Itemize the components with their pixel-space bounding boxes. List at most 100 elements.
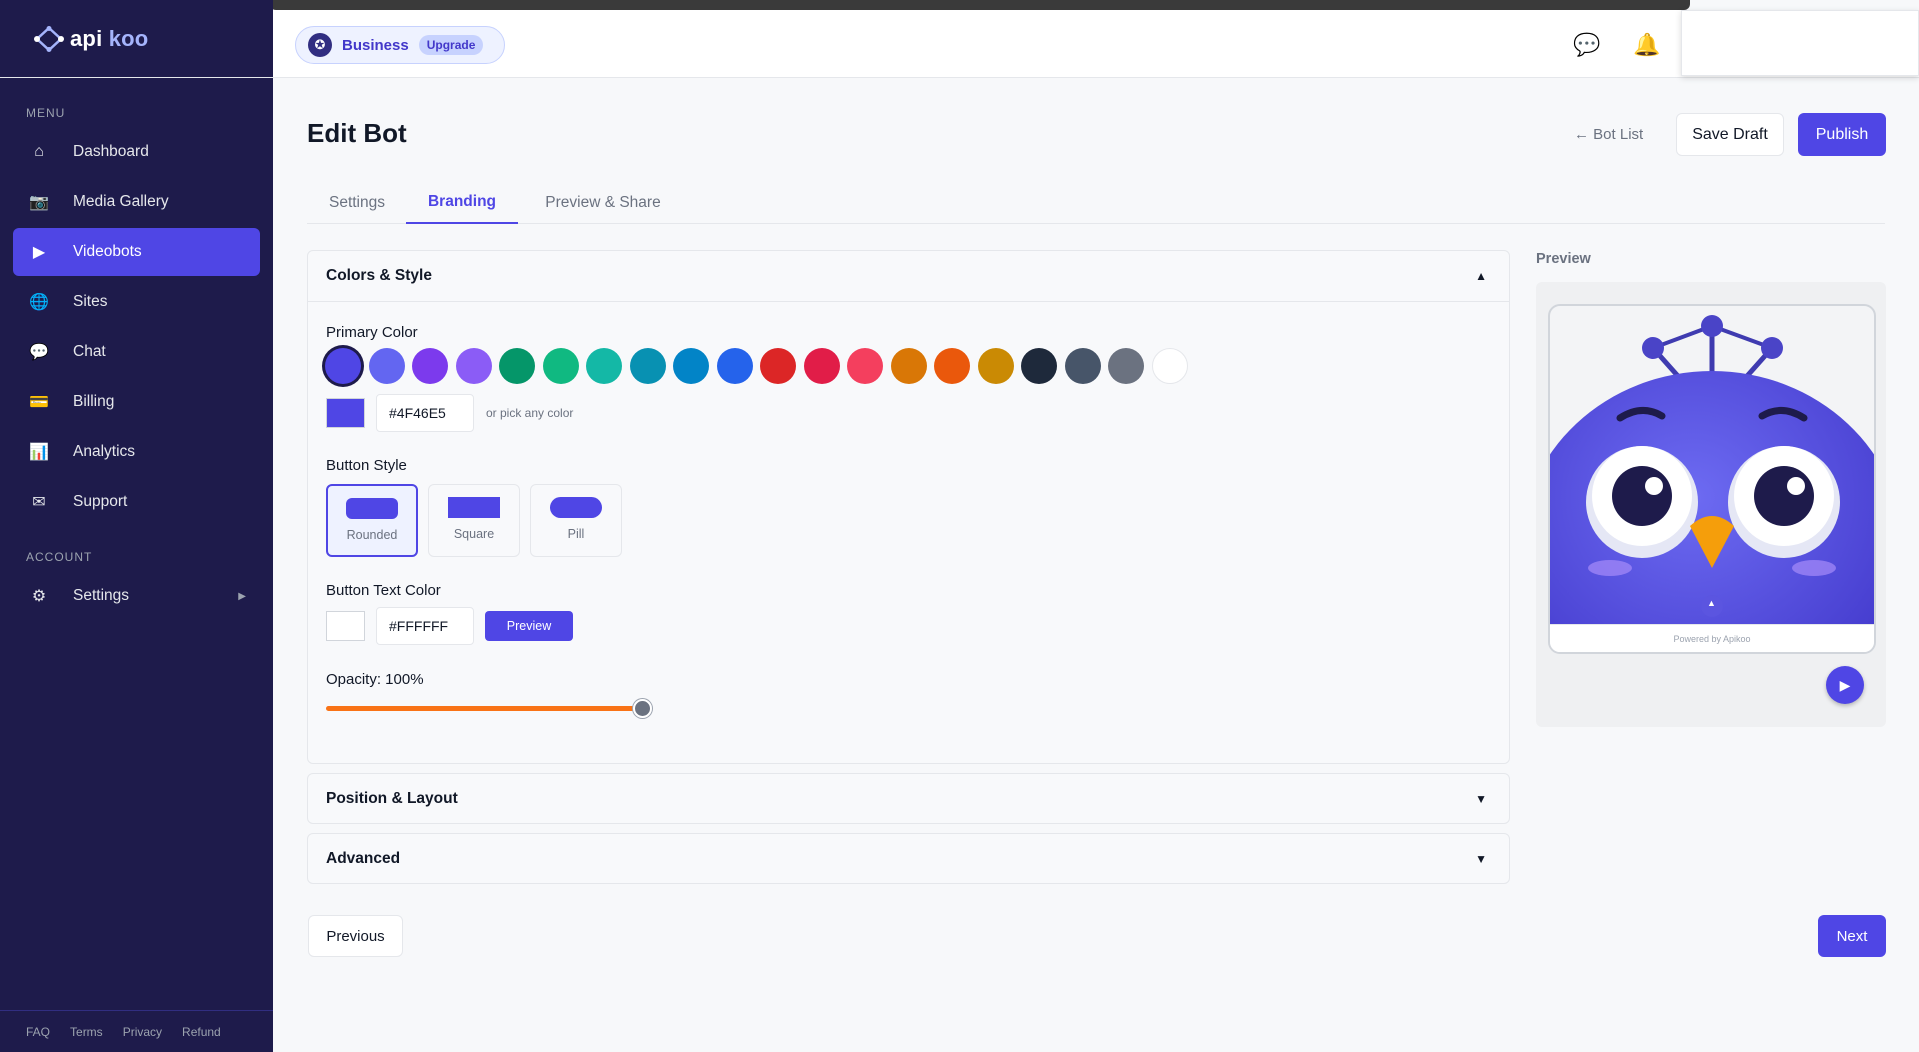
top-header: ✪ Business Upgrade 💬 🔔 xyxy=(273,10,1919,78)
chat-icon: 💬 xyxy=(29,344,49,361)
color-swatch[interactable] xyxy=(499,348,535,384)
button-style-pill[interactable]: Pill xyxy=(530,484,622,557)
tab-branding[interactable]: Branding xyxy=(406,181,518,224)
section-title: Position & Layout xyxy=(326,790,458,807)
rounded-shape-preview xyxy=(346,498,398,519)
sidebar-item-dashboard[interactable]: ⌂ Dashboard xyxy=(13,128,260,176)
color-swatch[interactable] xyxy=(934,348,970,384)
color-swatch[interactable] xyxy=(803,348,840,384)
button-style-rounded[interactable]: Rounded xyxy=(326,484,418,557)
color-swatch-row xyxy=(325,348,1188,384)
footer-link-faq[interactable]: FAQ xyxy=(26,1025,50,1039)
footer-link-privacy[interactable]: Privacy xyxy=(123,1025,162,1039)
primary-color-picker[interactable] xyxy=(326,398,365,428)
tab-settings[interactable]: Settings xyxy=(307,181,407,224)
sidebar-item-billing[interactable]: 💳 Billing xyxy=(13,378,260,426)
sidebar-item-label: Chat xyxy=(73,343,106,360)
logo-icon xyxy=(34,25,64,52)
nav-list: ⌂ Dashboard 📷 Media Gallery ▶ Videobots 🌐 Sites… xyxy=(0,128,273,526)
previous-button[interactable]: Previous xyxy=(308,915,403,957)
sidebar-item-chat[interactable]: 💬 Chat xyxy=(13,328,260,376)
brand-logo[interactable]: api koo xyxy=(0,0,273,78)
button-preview-button[interactable]: Preview xyxy=(485,611,573,641)
button-text-hex-input[interactable] xyxy=(376,607,474,645)
primary-hex-input[interactable] xyxy=(376,394,474,432)
footer-link-terms[interactable]: Terms xyxy=(70,1025,103,1039)
footer-link-refund[interactable]: Refund xyxy=(182,1025,221,1039)
color-swatch[interactable] xyxy=(455,348,492,384)
sidebar-item-label: Billing xyxy=(73,393,115,410)
messages-icon[interactable]: 💬 xyxy=(1573,32,1600,58)
sidebar-item-label: Analytics xyxy=(73,443,136,460)
bar-chart-icon: 📊 xyxy=(29,444,49,461)
sidebar-item-label: Settings xyxy=(73,587,130,604)
color-swatch[interactable] xyxy=(673,348,709,384)
preview-panel: ▲ Powered by Apikoo ▶ xyxy=(1536,282,1886,727)
section-title: Advanced xyxy=(326,850,401,867)
color-swatch[interactable] xyxy=(325,348,361,384)
play-icon: ▶ xyxy=(32,244,46,261)
color-swatch[interactable] xyxy=(542,348,579,384)
position-layout-header[interactable]: Position & Layout ▼ xyxy=(308,774,1509,824)
color-swatch[interactable] xyxy=(1108,348,1144,384)
chevron-up-icon[interactable]: ▲ xyxy=(1707,598,1716,608)
color-swatch[interactable] xyxy=(1064,348,1101,384)
credit-card-icon: 💳 xyxy=(29,394,49,411)
sidebar-item-label: Sites xyxy=(73,293,108,310)
browser-top-strip xyxy=(270,0,1690,10)
play-preview-button[interactable]: ▶ xyxy=(1826,666,1864,704)
section-title: Colors & Style xyxy=(326,267,432,284)
plan-badge[interactable]: ✪ Business Upgrade xyxy=(295,26,505,64)
color-swatch[interactable] xyxy=(1151,348,1188,384)
color-swatch[interactable] xyxy=(1021,348,1057,384)
sidebar-item-settings[interactable]: ⚙ Settings ▶ xyxy=(13,572,260,620)
upgrade-button[interactable]: Upgrade xyxy=(418,35,484,55)
logo-text: api koo xyxy=(70,26,148,52)
sidebar-item-media-gallery[interactable]: 📷 Media Gallery xyxy=(13,178,260,226)
button-style-square[interactable]: Square xyxy=(428,484,520,557)
publish-button[interactable]: Publish xyxy=(1798,113,1886,156)
sidebar-footer: FAQ Terms Privacy Refund xyxy=(0,1010,273,1052)
collapse-icon: ▲ xyxy=(1475,269,1487,283)
color-swatch[interactable] xyxy=(760,348,796,384)
next-button[interactable]: Next xyxy=(1818,915,1886,957)
account-heading: ACCOUNT xyxy=(26,550,93,564)
user-menu-dropdown[interactable] xyxy=(1681,10,1919,76)
editor-tabs: Settings Branding Preview & Share xyxy=(307,181,1885,224)
sidebar-item-label: Support xyxy=(73,493,128,510)
sidebar-item-sites[interactable]: 🌐 Sites xyxy=(13,278,260,326)
preview-title: Preview xyxy=(1536,251,1591,267)
color-swatch[interactable] xyxy=(847,348,883,384)
sidebar-item-support[interactable]: ✉ Support xyxy=(13,478,260,526)
notifications-bell-icon[interactable]: 🔔 xyxy=(1633,32,1660,58)
tab-preview-share[interactable]: Preview & Share xyxy=(527,181,679,224)
primary-color-label: Primary Color xyxy=(326,324,418,341)
color-swatch[interactable] xyxy=(890,348,927,384)
style-caption: Pill xyxy=(567,527,585,541)
chevron-right-icon: ▶ xyxy=(238,590,246,602)
sidebar-item-label: Dashboard xyxy=(73,143,149,160)
button-text-color-picker[interactable] xyxy=(326,611,365,641)
color-swatch[interactable] xyxy=(586,348,622,384)
advanced-header[interactable]: Advanced ▼ xyxy=(308,834,1509,884)
opacity-slider-thumb[interactable] xyxy=(633,699,652,718)
opacity-slider-track[interactable] xyxy=(326,706,642,711)
color-swatch[interactable] xyxy=(977,348,1014,384)
sidebar-item-analytics[interactable]: 📊 Analytics xyxy=(13,428,260,476)
color-swatch[interactable] xyxy=(368,348,405,384)
save-draft-button[interactable]: Save Draft xyxy=(1676,113,1784,156)
back-to-bot-list-link[interactable]: ← Bot List xyxy=(1574,126,1643,143)
envelope-icon: ✉ xyxy=(32,494,46,511)
button-text-color-label: Button Text Color xyxy=(326,582,441,599)
color-swatch[interactable] xyxy=(716,348,753,384)
star-icon: ✪ xyxy=(308,33,332,57)
button-style-label: Button Style xyxy=(326,457,407,474)
color-swatch[interactable] xyxy=(412,348,448,384)
colors-style-header[interactable]: Colors & Style ▲ xyxy=(308,251,1509,301)
color-swatch[interactable] xyxy=(629,348,666,384)
sidebar-item-videobots[interactable]: ▶ Videobots xyxy=(13,228,260,276)
colors-style-panel: Colors & Style ▲ Primary Color or pick a… xyxy=(307,250,1510,764)
page-title: Edit Bot xyxy=(307,118,407,148)
opacity-label: Opacity: 100% xyxy=(326,671,424,688)
colors-style-body: Primary Color or pick any color Button S… xyxy=(308,301,1509,763)
